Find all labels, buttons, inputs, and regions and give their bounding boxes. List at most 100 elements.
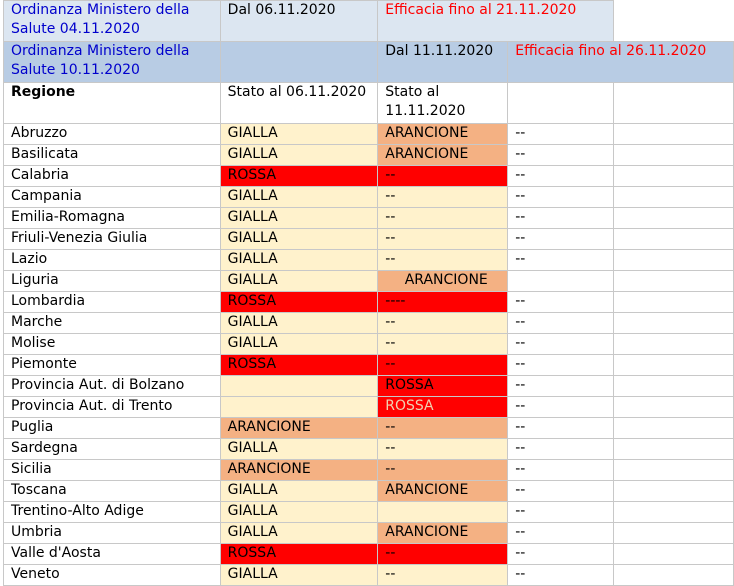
table-row: Liguria GIALLA ARANCIONE [3, 270, 734, 292]
state-3-cell: -- [507, 396, 615, 418]
state-3-cell: -- [507, 564, 615, 586]
table-row: Lombardia ROSSA ---- -- [3, 291, 734, 313]
state-2-cell: -- [377, 564, 509, 586]
state-2-cell: -- [377, 333, 509, 355]
column-header-region: Regione [3, 82, 221, 124]
state-3-cell: -- [507, 228, 615, 250]
column-header-state-2: Stato al 11.11.2020 [377, 82, 509, 124]
state-2-cell: -- [377, 228, 509, 250]
state-2-cell: -- [377, 312, 509, 334]
region-name: Provincia Aut. di Trento [3, 396, 221, 418]
column-header-blank [613, 82, 734, 124]
region-name: Trentino-Alto Adige [3, 501, 221, 523]
region-name: Marche [3, 312, 221, 334]
region-name: Toscana [3, 480, 221, 502]
table-row: Toscana GIALLA ARANCIONE -- [3, 480, 734, 502]
state-1-cell: GIALLA [219, 249, 379, 271]
region-name: Puglia [3, 417, 221, 439]
blank-cell [613, 480, 734, 502]
region-name: Campania [3, 186, 221, 208]
region-name: Umbria [3, 522, 221, 544]
blank-cell [613, 543, 734, 565]
region-name: Basilicata [3, 144, 221, 166]
state-3-cell: -- [507, 417, 615, 439]
state-2-cell: -- [377, 543, 509, 565]
region-name: Calabria [3, 165, 221, 187]
region-name: Liguria [3, 270, 221, 292]
column-header-row: Regione Stato al 06.11.2020 Stato al 11.… [3, 82, 734, 124]
table-row: Sardegna GIALLA -- -- [3, 438, 734, 460]
blank-cell [613, 270, 734, 292]
blank-cell [613, 186, 734, 208]
state-1-cell: ARANCIONE [219, 417, 379, 439]
state-3-cell: -- [507, 501, 615, 523]
state-1-cell: ROSSA [219, 291, 379, 313]
state-2-cell: -- [377, 417, 509, 439]
table-row: Sicilia ARANCIONE -- -- [3, 459, 734, 481]
region-name: Friuli-Venezia Giulia [3, 228, 221, 250]
state-3-cell: -- [507, 333, 615, 355]
blank-cell [613, 165, 734, 187]
blank-cell [613, 354, 734, 376]
state-2-cell: -- [377, 438, 509, 460]
blank-cell [613, 417, 734, 439]
region-name: Emilia-Romagna [3, 207, 221, 229]
state-1-cell: GIALLA [219, 564, 379, 586]
state-3-cell: -- [507, 522, 615, 544]
blank-cell [613, 291, 734, 313]
table-row: Calabria ROSSA -- -- [3, 165, 734, 187]
state-2-cell: -- [377, 207, 509, 229]
state-3-cell: -- [507, 186, 615, 208]
state-3-cell [507, 270, 615, 292]
state-1-cell [219, 375, 379, 397]
blank-cell [613, 396, 734, 418]
blank-cell [219, 41, 379, 83]
state-1-cell: GIALLA [219, 186, 379, 208]
state-2-cell: -- [377, 165, 509, 187]
table-row: Provincia Aut. di Trento ROSSA -- [3, 396, 734, 418]
state-2-cell: ARANCIONE [377, 522, 509, 544]
state-3-cell: -- [507, 543, 615, 565]
state-1-cell: ARANCIONE [219, 459, 379, 481]
state-3-cell: -- [507, 144, 615, 166]
state-2-cell: -- [377, 186, 509, 208]
state-3-cell: -- [507, 438, 615, 460]
state-1-cell: GIALLA [219, 438, 379, 460]
ordinance-1-title: Ordinanza Ministero della Salute 04.11.2… [3, 0, 221, 42]
region-name: Molise [3, 333, 221, 355]
state-2-cell: ---- [377, 291, 509, 313]
table-row: Lazio GIALLA -- -- [3, 249, 734, 271]
blank-cell [613, 228, 734, 250]
region-name: Abruzzo [3, 123, 221, 145]
blank-cell [613, 333, 734, 355]
state-1-cell: GIALLA [219, 522, 379, 544]
state-1-cell [219, 396, 379, 418]
column-header-blank [507, 82, 615, 124]
table-row: Veneto GIALLA -- -- [3, 564, 734, 586]
state-3-cell: -- [507, 207, 615, 229]
region-name: Piemonte [3, 354, 221, 376]
state-2-cell: ROSSA [377, 375, 509, 397]
table-row: Puglia ARANCIONE -- -- [3, 417, 734, 439]
ordinance-2-until: Efficacia fino al 26.11.2020 [507, 41, 734, 83]
region-name: Lombardia [3, 291, 221, 313]
blank-cell [613, 249, 734, 271]
blank-cell [613, 312, 734, 334]
state-2-cell: -- [377, 249, 509, 271]
state-3-cell: -- [507, 354, 615, 376]
table-row: Campania GIALLA -- -- [3, 186, 734, 208]
column-header-state-1: Stato al 06.11.2020 [219, 82, 379, 124]
state-3-cell: -- [507, 165, 615, 187]
blank-cell [613, 501, 734, 523]
ordinance-1-until: Efficacia fino al 21.11.2020 [377, 0, 615, 42]
state-3-cell: -- [507, 291, 615, 313]
blank-cell [613, 522, 734, 544]
table-row: Piemonte ROSSA -- -- [3, 354, 734, 376]
state-3-cell: -- [507, 249, 615, 271]
state-1-cell: ROSSA [219, 543, 379, 565]
table-row: Marche GIALLA -- -- [3, 312, 734, 334]
state-2-cell: ROSSA [377, 396, 509, 418]
state-1-cell: GIALLA [219, 333, 379, 355]
state-1-cell: GIALLA [219, 312, 379, 334]
state-1-cell: ROSSA [219, 354, 379, 376]
